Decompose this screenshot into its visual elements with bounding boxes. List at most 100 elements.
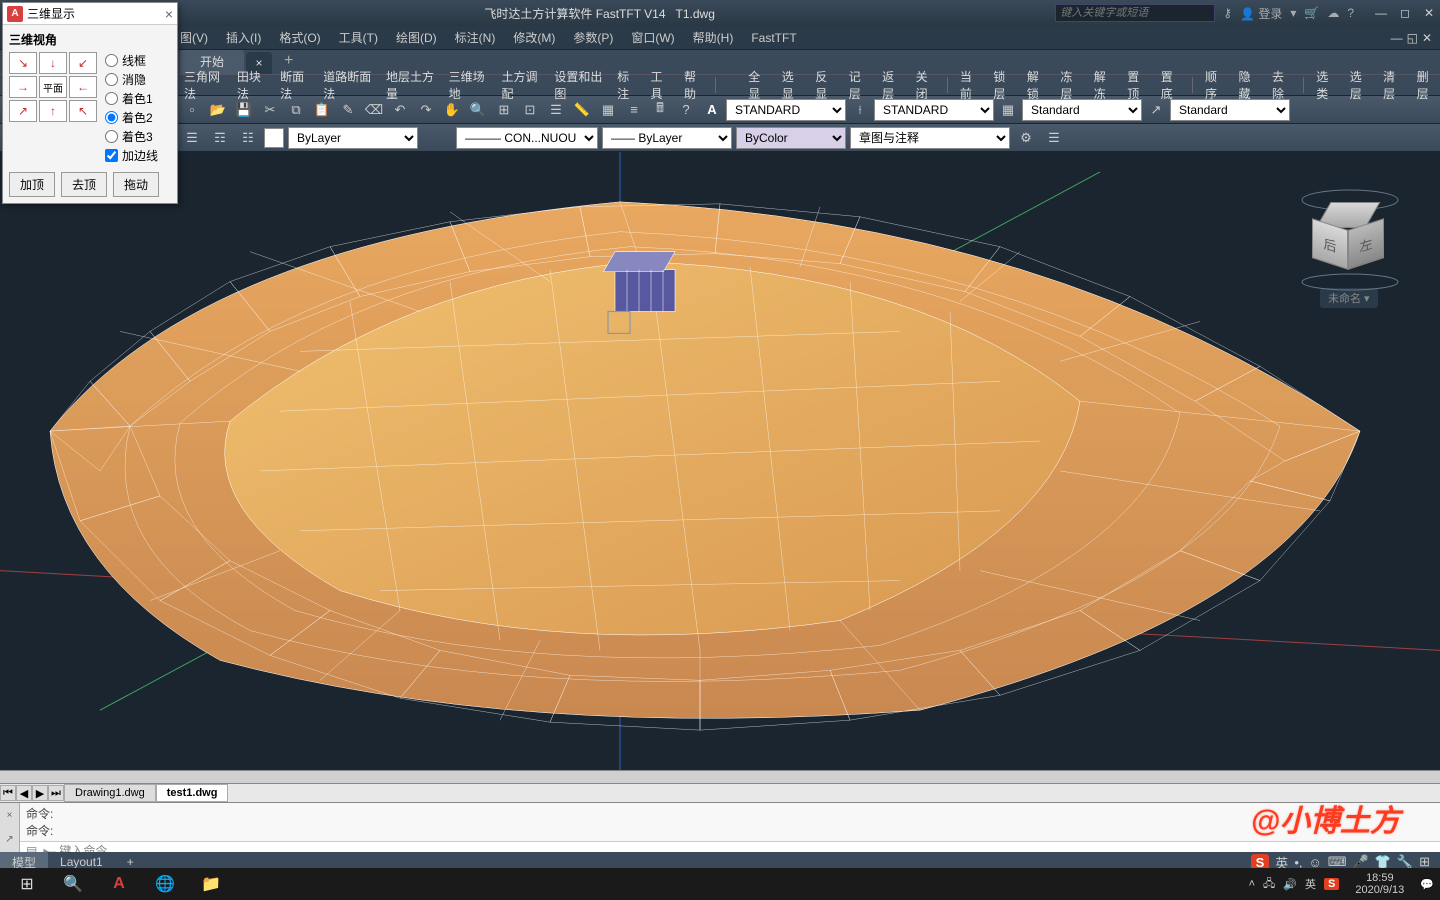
- cmd-handle[interactable]: ×↗: [0, 803, 20, 852]
- taskbar-chrome-icon[interactable]: 🌐: [144, 870, 186, 898]
- menu-help[interactable]: 帮助(H): [693, 29, 734, 46]
- tool-calc-icon[interactable]: 🖩: [648, 98, 672, 122]
- tool-new-icon[interactable]: ▫: [180, 98, 204, 122]
- menu-format[interactable]: 格式(O): [279, 29, 320, 46]
- palette-header[interactable]: A 三维显示 ×: [3, 3, 177, 25]
- autodesk-apps-icon[interactable]: ▾: [1290, 6, 1296, 20]
- rb-seltype[interactable]: 选类: [1312, 66, 1339, 104]
- layer-states-icon[interactable]: ☷: [236, 126, 260, 150]
- settings-gear-icon[interactable]: ⚙: [1014, 126, 1038, 150]
- rb-clearlayer[interactable]: 清层: [1379, 66, 1406, 104]
- rb-dellayer[interactable]: 删层: [1413, 66, 1440, 104]
- menu-window[interactable]: 窗口(W): [631, 29, 674, 46]
- view-s[interactable]: ↑: [39, 100, 67, 122]
- tab-nav-prev[interactable]: ◀: [16, 785, 32, 801]
- start-button[interactable]: ⊞: [6, 870, 48, 898]
- search-taskbar-icon[interactable]: 🔍: [52, 870, 94, 898]
- close-cmd-icon[interactable]: ×: [7, 810, 13, 821]
- file-tab-0[interactable]: Drawing1.dwg: [64, 784, 156, 802]
- help-search-input[interactable]: [1055, 4, 1215, 22]
- table-style-select[interactable]: Standard: [1022, 99, 1142, 121]
- taskbar-explorer-icon[interactable]: 📁: [190, 870, 232, 898]
- plotcolor-select[interactable]: ByColor: [736, 127, 846, 149]
- remove-top-button[interactable]: 去顶: [61, 172, 107, 197]
- tool-save-icon[interactable]: 💾: [232, 98, 256, 122]
- expand-cmd-icon[interactable]: ↗: [5, 834, 13, 845]
- cloud-icon[interactable]: ☁: [1327, 6, 1339, 20]
- tray-ime-icon[interactable]: 英: [1305, 876, 1316, 892]
- doc-close-button[interactable]: ✕: [1422, 31, 1432, 45]
- menu-dimension[interactable]: 标注(N): [455, 29, 496, 46]
- tray-network-icon[interactable]: 🖧: [1263, 875, 1275, 894]
- signin-button[interactable]: 👤 登录: [1240, 5, 1282, 22]
- tray-notifications-icon[interactable]: 💬: [1420, 878, 1434, 891]
- file-tab-1[interactable]: test1.dwg: [156, 784, 229, 802]
- view-w[interactable]: →: [9, 76, 37, 98]
- tray-sogou-icon[interactable]: S: [1324, 878, 1339, 890]
- tool-list-icon[interactable]: ≡: [622, 98, 646, 122]
- tool-zoom-icon[interactable]: 🔍: [466, 98, 490, 122]
- tool-pan-icon[interactable]: ✋: [440, 98, 464, 122]
- doc-restore-button[interactable]: ◱: [1407, 31, 1418, 45]
- tray-up-icon[interactable]: ˄: [1249, 878, 1255, 890]
- viewport-hscrollbar[interactable]: [0, 770, 1440, 784]
- tool-redo2-icon[interactable]: ↷: [414, 98, 438, 122]
- menu-tools[interactable]: 工具(T): [339, 29, 378, 46]
- menu-fasttft[interactable]: FastTFT: [751, 31, 796, 45]
- anno-scale-select[interactable]: 章图与注释: [850, 127, 1010, 149]
- view-sw[interactable]: ↗: [9, 100, 37, 122]
- tool-erase-icon[interactable]: ⌫: [362, 98, 386, 122]
- menu-insert[interactable]: 插入(I): [226, 29, 261, 46]
- dim-style-select[interactable]: STANDARD: [874, 99, 994, 121]
- tool-copy-icon[interactable]: ⧉: [284, 98, 308, 122]
- tool-help2-icon[interactable]: ?: [674, 98, 698, 122]
- layer-filter-icon[interactable]: ☶: [208, 126, 232, 150]
- linetype-select[interactable]: ——— CON...NUOU: [456, 127, 598, 149]
- tab-nav-last[interactable]: ⏭: [48, 785, 64, 801]
- mleader-icon[interactable]: ↗: [1144, 98, 1168, 122]
- tool-props-icon[interactable]: ☰: [544, 98, 568, 122]
- drawing-viewport[interactable]: [-][自定义视图][概念]: [0, 152, 1440, 770]
- lineweight-select[interactable]: —— ByLayer: [602, 127, 732, 149]
- 3d-display-palette[interactable]: A 三维显示 × 三维视角 ↘ ↓ ↙ → 平面 ← ↗ ↑ ↖ 线框 消隐 着…: [2, 2, 178, 204]
- tool-area-icon[interactable]: ▦: [596, 98, 620, 122]
- add-top-button[interactable]: 加顶: [9, 172, 55, 197]
- check-edges[interactable]: 加边线: [105, 147, 171, 164]
- rb-sellayer[interactable]: 选层: [1346, 66, 1373, 104]
- tab-nav-next[interactable]: ▶: [32, 785, 48, 801]
- dim-icon[interactable]: ⟊: [848, 98, 872, 122]
- palette-close-button[interactable]: ×: [165, 6, 173, 22]
- cart-icon[interactable]: 🛒: [1304, 6, 1319, 20]
- view-ne[interactable]: ↙: [69, 52, 97, 74]
- close-button[interactable]: ✕: [1418, 4, 1440, 22]
- tool-match-icon[interactable]: ✎: [336, 98, 360, 122]
- color-swatch[interactable]: [264, 128, 284, 148]
- tool-zoomwin-icon[interactable]: ⊞: [492, 98, 516, 122]
- tool-zoomext-icon[interactable]: ⊡: [518, 98, 542, 122]
- tool-paste-icon[interactable]: 📋: [310, 98, 334, 122]
- taskbar-clock[interactable]: 18:592020/9/13: [1347, 872, 1412, 896]
- taskbar-autocad-icon[interactable]: A: [98, 870, 140, 898]
- view-se[interactable]: ↖: [69, 100, 97, 122]
- menu-draw[interactable]: 绘图(D): [396, 29, 437, 46]
- tool-dist-icon[interactable]: 📏: [570, 98, 594, 122]
- mleader-style-select[interactable]: Standard: [1170, 99, 1290, 121]
- radio-shade2[interactable]: 着色2: [105, 109, 171, 126]
- tool-open-icon[interactable]: 📂: [206, 98, 230, 122]
- doc-minimize-button[interactable]: —: [1391, 31, 1403, 45]
- menu-modify[interactable]: 修改(M): [513, 29, 555, 46]
- maximize-button[interactable]: ◻: [1394, 4, 1416, 22]
- view-e[interactable]: ←: [69, 76, 97, 98]
- tool-text-icon[interactable]: A: [700, 98, 724, 122]
- help-icon[interactable]: ?: [1347, 6, 1354, 20]
- command-history[interactable]: 命令: 命令:: [20, 803, 1440, 841]
- radio-shade3[interactable]: 着色3: [105, 128, 171, 145]
- drag-button[interactable]: 拖动: [113, 172, 159, 197]
- viewcube[interactable]: 后 左 未命名 ▾: [1290, 182, 1410, 322]
- minimize-button[interactable]: —: [1370, 4, 1392, 22]
- tab-nav-first[interactable]: ⏮: [0, 785, 16, 801]
- tool-undo2-icon[interactable]: ↶: [388, 98, 412, 122]
- menu-view[interactable]: 图(V): [180, 29, 208, 46]
- tray-sound-icon[interactable]: 🔊: [1283, 878, 1297, 891]
- settings-list-icon[interactable]: ☰: [1042, 126, 1066, 150]
